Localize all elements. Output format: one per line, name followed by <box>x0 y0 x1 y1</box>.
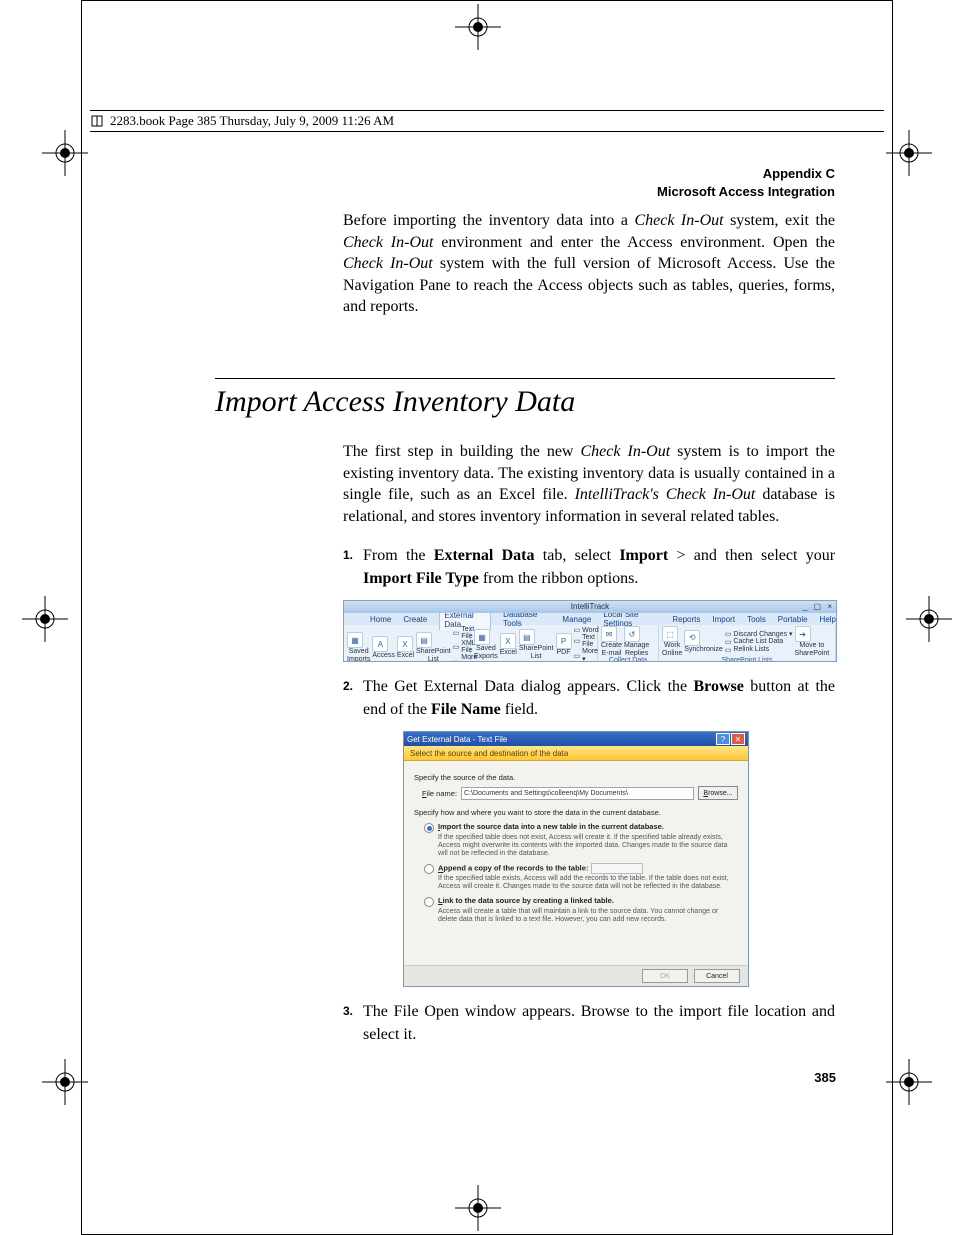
file-name-label: File name: <box>422 789 457 798</box>
table-select[interactable] <box>591 863 643 874</box>
dialog-title-bar: Get External Data - Text File ? ✕ <box>404 732 748 746</box>
close-button[interactable]: ✕ <box>731 733 745 745</box>
option-append-desc: If the specified table exists, Access wi… <box>438 875 738 891</box>
tab-create[interactable]: Create <box>403 615 427 624</box>
registration-mark-icon <box>886 1059 932 1105</box>
step-1: 1. From the External Data tab, select Im… <box>343 545 835 590</box>
saved-imports-icon[interactable]: ▦ <box>347 632 363 648</box>
crop-line <box>81 0 893 1</box>
help-button[interactable]: ? <box>716 733 730 745</box>
group-label-collect: Collect Data <box>601 657 655 662</box>
section-rule <box>215 378 835 379</box>
tab-portable[interactable]: Portable <box>778 615 808 624</box>
option-import-new-table: Import the source data into a new table … <box>424 822 738 858</box>
tab-reports[interactable]: Reports <box>672 615 700 624</box>
app-title: IntelliTrack <box>571 602 609 611</box>
saved-exports-icon[interactable]: ▦ <box>474 629 490 645</box>
window-title-bar: IntelliTrack _ ▢ × <box>344 601 836 613</box>
import-excel-icon[interactable]: X <box>397 636 413 652</box>
registration-mark-icon <box>906 596 952 642</box>
crop-line <box>892 0 893 1235</box>
export-word-button[interactable]: ▭Word <box>574 626 599 634</box>
section-title: Import Access Inventory Data <box>215 385 835 419</box>
access-ribbon-figure: IntelliTrack _ ▢ × Home Create External … <box>343 600 837 662</box>
registration-mark-icon <box>455 1185 501 1231</box>
tab-help[interactable]: Help <box>820 615 836 624</box>
step-number: 1. <box>343 547 353 564</box>
tab-import[interactable]: Import <box>712 615 735 624</box>
option-link: Link to the data source by creating a li… <box>424 896 738 924</box>
crop-line <box>81 0 82 1235</box>
export-more-button[interactable]: ▭More ▾ <box>574 648 599 662</box>
step-2: 2. The Get External Data dialog appears.… <box>343 676 835 721</box>
browse-button[interactable]: Browse... <box>698 786 738 800</box>
intro-paragraph-top: Before importing the inventory data into… <box>343 210 835 318</box>
window-buttons[interactable]: _ ▢ × <box>803 601 834 613</box>
step-3: 3. The File Open window appears. Browse … <box>343 1001 835 1046</box>
book-header-bar: 2283.book Page 385 Thursday, July 9, 200… <box>90 110 884 132</box>
move-sharepoint-icon[interactable]: ➔ <box>795 626 811 642</box>
ribbon-tabs: Home Create External Data Database Tools… <box>344 613 836 625</box>
relink-lists-button[interactable]: ▭Relink Lists <box>725 646 793 654</box>
ribbon-group-collect: ✉CreateE-mail ↺ManageReplies Collect Dat… <box>598 625 659 661</box>
radio-import[interactable] <box>424 823 434 833</box>
registration-mark-icon <box>455 4 501 50</box>
radio-append[interactable] <box>424 864 434 874</box>
synchronize-icon[interactable]: ⟲ <box>684 630 700 646</box>
manage-replies-icon[interactable]: ↺ <box>624 626 640 642</box>
ribbon-group-import: ▦SavedImports AAccess XExcel ▤SharePoint… <box>344 625 471 661</box>
specify-how-label: Specify how and where you want to store … <box>414 808 738 817</box>
registration-mark-icon <box>42 130 88 176</box>
option-link-desc: Access will create a table that will mai… <box>438 908 738 924</box>
cache-list-button[interactable]: ▭Cache List Data <box>725 638 793 646</box>
chapter-label: Microsoft Access Integration <box>657 184 835 199</box>
tab-manage[interactable]: Manage <box>562 615 591 624</box>
import-access-icon[interactable]: A <box>372 636 388 652</box>
discard-changes-button[interactable]: ▭Discard Changes ▾ <box>725 630 793 638</box>
radio-link[interactable] <box>424 897 434 907</box>
work-online-icon[interactable]: ⬚ <box>662 626 678 642</box>
dialog-title: Get External Data - Text File <box>407 735 507 744</box>
specify-source-label: Specify the source of the data. <box>414 773 738 782</box>
group-label-sharepoint: SharePoint Lists <box>662 657 832 662</box>
option-import-desc: If the specified table does not exist, A… <box>438 834 738 858</box>
running-header: Appendix C Microsoft Access Integration <box>215 165 835 200</box>
tab-tools[interactable]: Tools <box>747 615 766 624</box>
tab-home[interactable]: Home <box>370 615 391 624</box>
import-sharepoint-icon[interactable]: ▤ <box>416 632 432 648</box>
file-name-input[interactable]: C:\Documents and Settings\colleenq\My Do… <box>461 787 694 800</box>
get-external-data-dialog: Get External Data - Text File ? ✕ Select… <box>403 731 749 987</box>
registration-mark-icon <box>886 130 932 176</box>
export-text-button[interactable]: ▭Text File <box>574 634 599 648</box>
step-number: 3. <box>343 1003 353 1020</box>
registration-mark-icon <box>42 1059 88 1105</box>
ribbon-group-sharepoint: ⬚WorkOnline ⟲Synchronize ▭Discard Change… <box>659 625 836 661</box>
option-append: Append a copy of the records to the tabl… <box>424 863 738 891</box>
ok-button[interactable]: OK <box>642 969 688 983</box>
ribbon-group-export: ▦SavedExports XExcel ▤SharePointList PPD… <box>471 625 598 661</box>
registration-mark-icon <box>22 596 68 642</box>
appendix-label: Appendix C <box>763 166 835 181</box>
cancel-button[interactable]: Cancel <box>694 969 740 983</box>
book-header-text: 2283.book Page 385 Thursday, July 9, 200… <box>110 113 394 129</box>
create-email-icon[interactable]: ✉ <box>601 626 617 642</box>
export-sharepoint-icon[interactable]: ▤ <box>519 629 535 645</box>
export-excel-icon[interactable]: X <box>500 633 516 649</box>
dialog-banner: Select the source and destination of the… <box>404 746 748 761</box>
section-intro: The first step in building the new Check… <box>343 441 835 527</box>
export-pdf-icon[interactable]: P <box>556 633 572 649</box>
book-icon <box>90 114 104 128</box>
page-number: 385 <box>814 1070 836 1085</box>
step-number: 2. <box>343 678 353 695</box>
